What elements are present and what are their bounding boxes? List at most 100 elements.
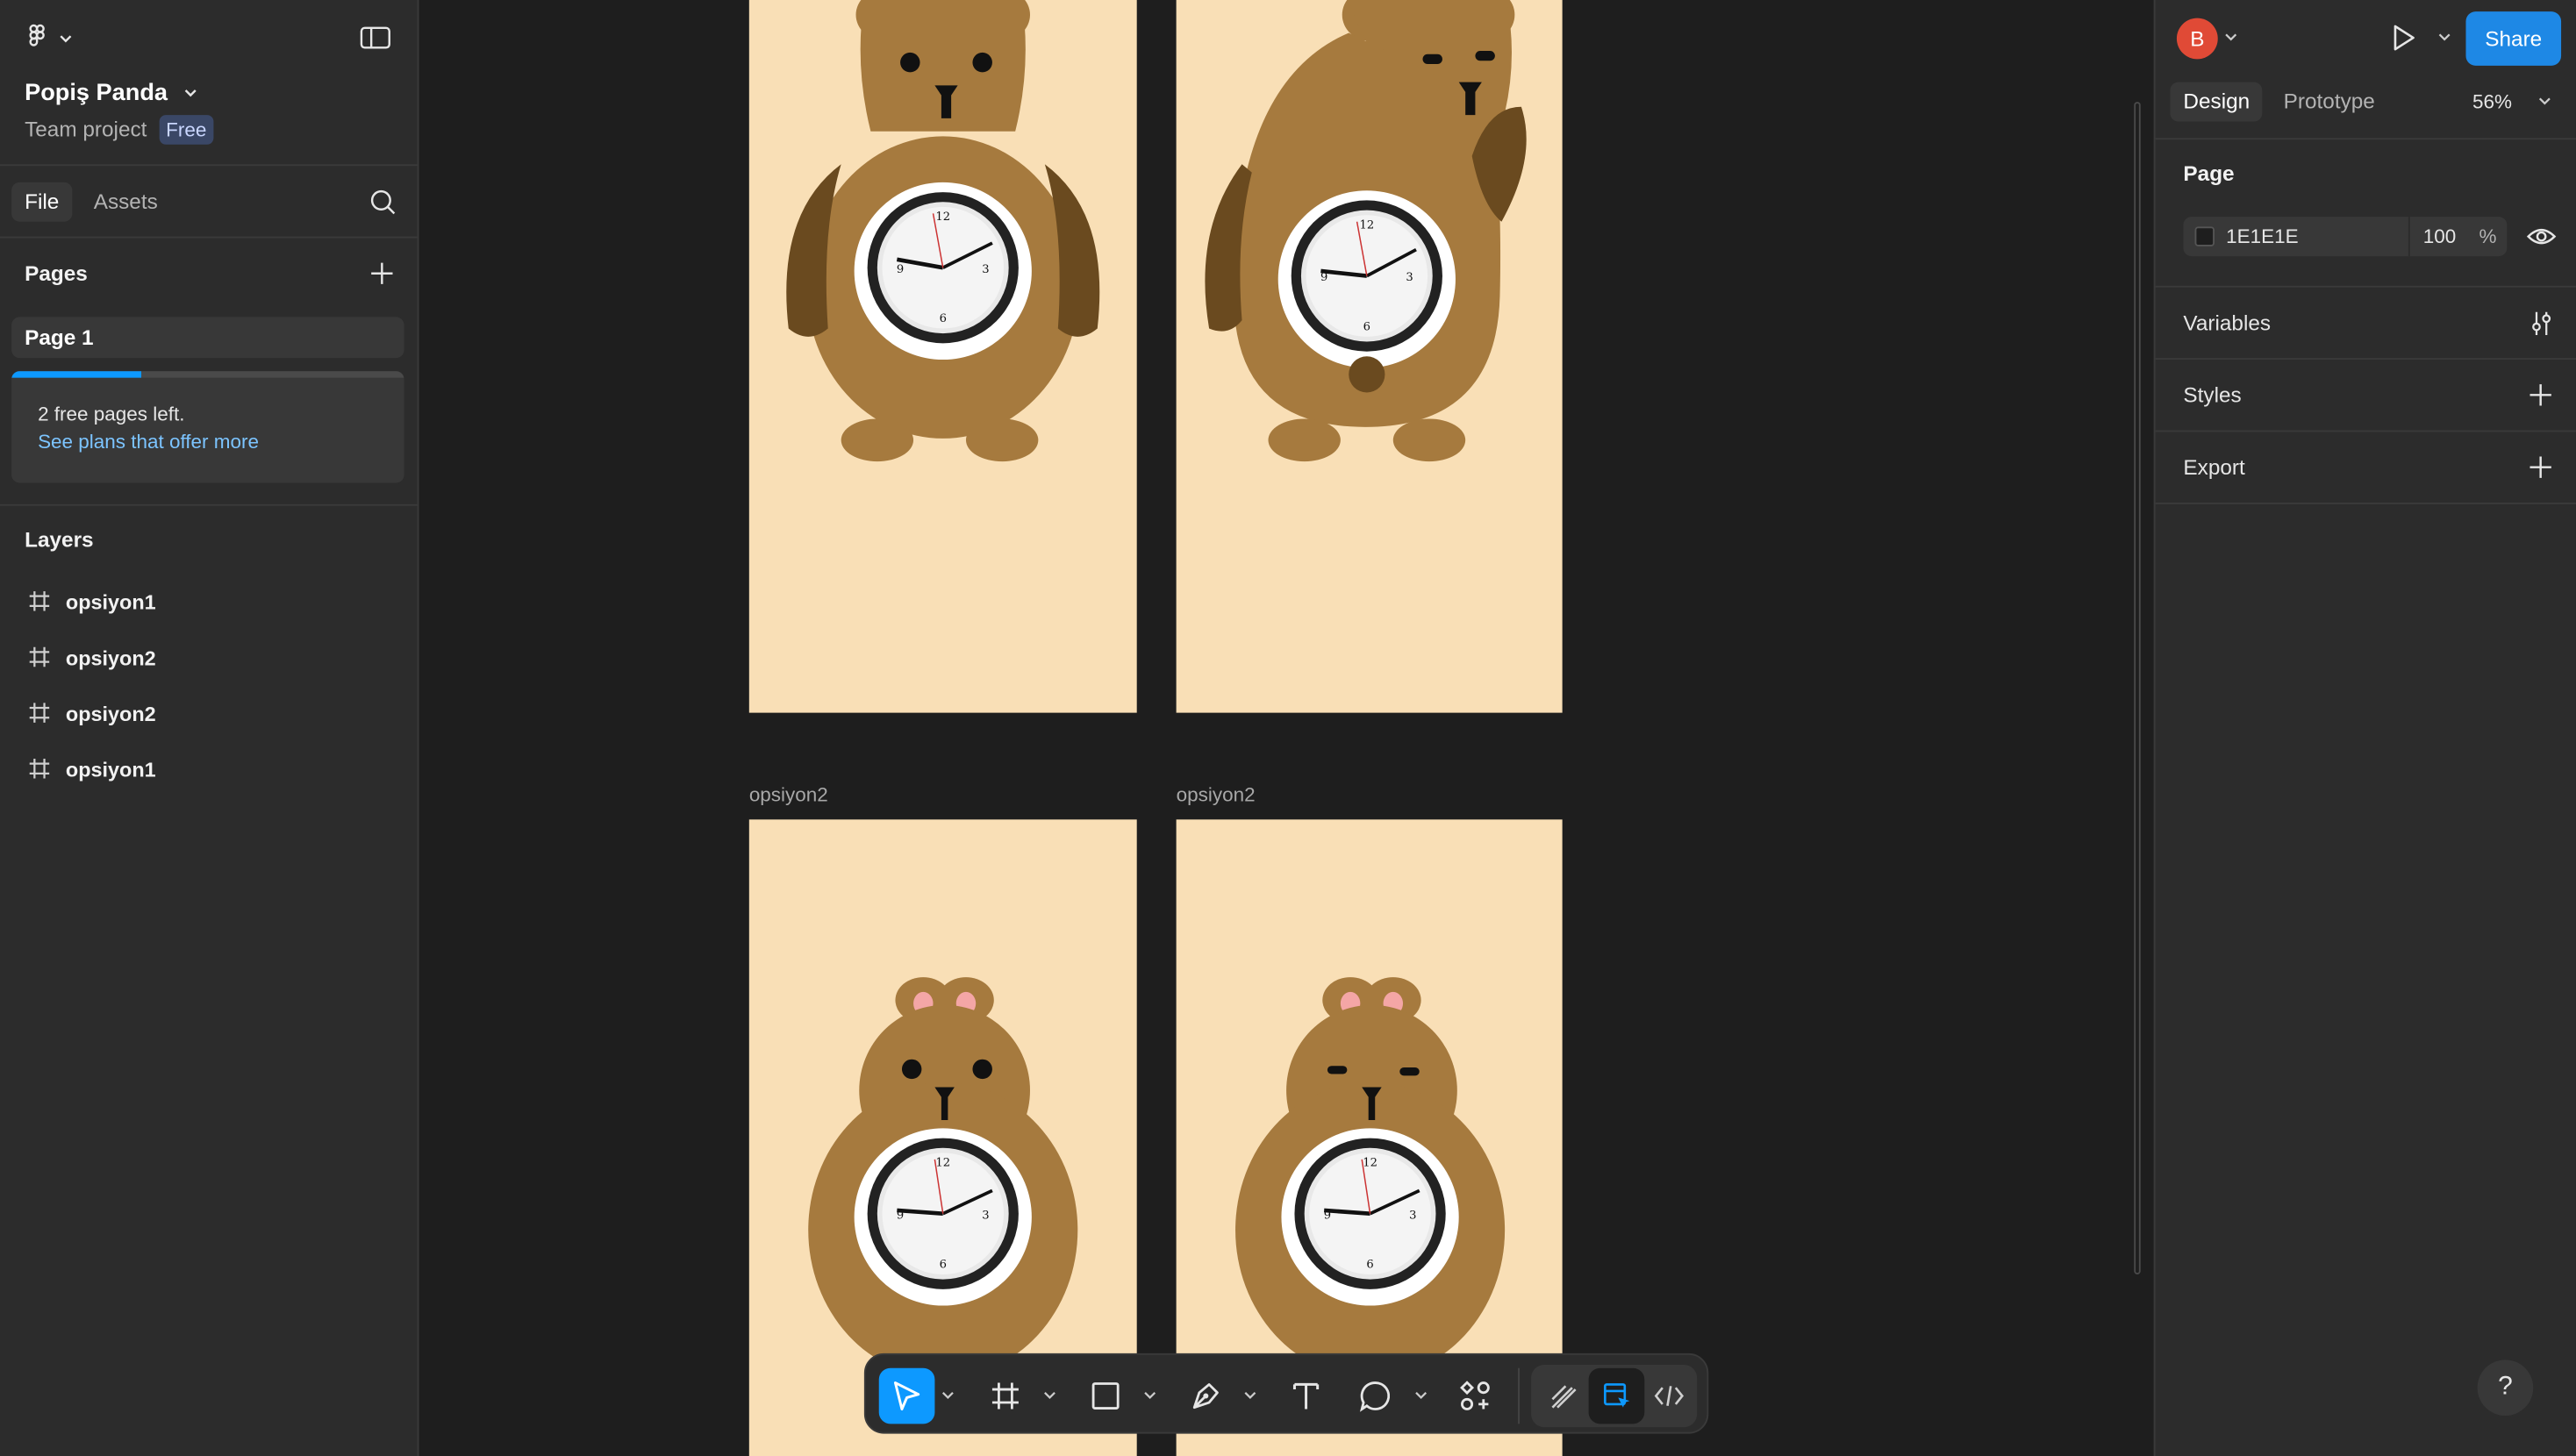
visibility-eye-icon[interactable] [2526,224,2557,250]
comment-tool-chevron-icon[interactable] [1414,1391,1428,1401]
svg-text:12: 12 [1363,1156,1377,1169]
figma-main-menu-icon[interactable] [26,23,75,53]
plan-badge: Free [159,115,213,145]
dev-mode-button[interactable] [1642,1368,1698,1424]
zoom-chevron-icon[interactable] [2538,96,2551,106]
pages-title: Pages [25,261,88,286]
layer-label: opsiyon2 [65,646,156,670]
figma-app: Popiş Panda Team project Free File Asset… [0,0,2576,1456]
svg-text:3: 3 [1406,271,1413,284]
avatar-chevron-icon[interactable] [2224,32,2237,42]
divider [0,236,418,239]
add-page-icon[interactable] [368,260,396,288]
page-item[interactable]: Page 1 [11,317,404,359]
rectangle-icon [1091,1382,1120,1410]
frame-tool-button[interactable] [977,1368,1034,1424]
frame-icon [991,1382,1019,1410]
page-usage-track [11,371,404,378]
frame-label[interactable]: opsiyon2 [1177,783,1256,806]
avatar[interactable]: B [2176,18,2218,60]
bottom-toolbar [863,1353,1709,1434]
divider [2155,138,2576,140]
move-tool-button[interactable] [878,1367,935,1424]
free-pages-notice: 2 free pages left. See plans that offer … [11,371,404,483]
tab-file[interactable]: File [11,182,73,222]
cursor-arrow-icon [893,1381,920,1411]
svg-text:9: 9 [897,263,904,276]
project-name[interactable]: Team project [25,117,147,141]
page-fill-field[interactable]: 1E1E1E 100 % [2183,217,2508,257]
code-brackets-icon [1654,1386,1685,1406]
layer-item[interactable]: opsiyon2 [17,693,404,739]
frame-label[interactable]: opsiyon2 [749,783,828,806]
present-chevron-icon[interactable] [2438,32,2451,42]
export-section-title[interactable]: Export [2183,455,2244,480]
see-plans-link[interactable]: See plans that offer more [38,431,259,453]
divider [2155,430,2576,432]
tab-design[interactable]: Design [2170,82,2264,122]
opacity-unit: % [2479,225,2497,248]
layers-title: Layers [25,527,94,553]
svg-text:9: 9 [897,1209,904,1222]
svg-text:9: 9 [1320,271,1327,284]
share-button[interactable]: Share [2465,11,2562,66]
divider [2155,285,2576,288]
color-swatch[interactable] [2194,226,2215,246]
actions-tool-button[interactable] [1448,1368,1504,1424]
page-fill-hex[interactable]: 1E1E1E [2226,225,2298,248]
add-style-icon[interactable] [2527,381,2555,409]
comment-bubble-icon [1359,1381,1391,1412]
svg-text:3: 3 [1409,1209,1416,1222]
rectangle-tool-button[interactable] [1077,1368,1134,1424]
right-properties-panel: B Share Design Prototype 56% Page 1E1E1E… [2153,0,2576,1456]
file-name-chevron-icon[interactable] [182,87,199,100]
text-tool-button[interactable] [1278,1368,1335,1424]
layer-item[interactable]: opsiyon2 [17,637,404,682]
add-export-icon[interactable] [2527,453,2555,482]
layer-label: opsiyon1 [65,591,156,615]
present-play-icon[interactable] [2388,23,2418,53]
variables-settings-icon[interactable] [2529,310,2555,337]
toggle-sidebar-icon[interactable] [360,25,391,51]
page-fill-opacity[interactable]: 100 [2423,225,2457,248]
vertical-scrollbar[interactable] [2134,102,2141,1274]
frame-opsiyon2-top[interactable]: 12 3 6 9 [1176,0,1563,713]
bear-illustration: 12 3 6 9 [1205,0,1527,462]
design-canvas[interactable]: 12 3 6 9 12 3 6 9 opsiyon2 opsiyon2 12 3… [420,0,2154,1456]
left-sidebar: Popiş Panda Team project Free File Asset… [0,0,419,1456]
pen-tool-chevron-icon[interactable] [1243,1391,1256,1401]
draw-pencil-icon [1551,1385,1577,1409]
comment-tool-button[interactable] [1347,1368,1403,1424]
tab-assets[interactable]: Assets [81,182,171,222]
frame-opsiyon1-top[interactable]: 12 3 6 9 [748,0,1137,713]
frame-icon [28,757,51,780]
rectangle-tool-chevron-icon[interactable] [1143,1391,1156,1401]
help-button[interactable]: ? [2477,1360,2534,1417]
divider [0,164,418,167]
tab-prototype[interactable]: Prototype [2271,82,2388,122]
page-usage-fill [11,371,141,378]
svg-text:6: 6 [1366,1258,1373,1271]
svg-text:9: 9 [1324,1209,1331,1222]
layer-item[interactable]: opsiyon1 [17,582,404,627]
toolbar-divider [1518,1367,1520,1424]
page-item-label: Page 1 [25,325,94,350]
svg-text:6: 6 [940,1258,947,1271]
divider [0,503,418,506]
file-name[interactable]: Popiş Panda [25,81,168,107]
styles-section-title[interactable]: Styles [2183,382,2241,407]
search-icon[interactable] [368,187,397,217]
svg-text:3: 3 [982,263,989,276]
design-mode-button[interactable] [1588,1367,1645,1424]
svg-text:6: 6 [1363,320,1370,333]
zoom-level[interactable]: 56% [2472,90,2512,113]
layer-item[interactable]: opsiyon1 [17,749,404,795]
draw-mode-button[interactable] [1536,1368,1592,1424]
move-tool-chevron-icon[interactable] [941,1391,955,1401]
frame-tool-chevron-icon[interactable] [1043,1391,1056,1401]
variables-section-title[interactable]: Variables [2183,310,2271,335]
pen-tool-button[interactable] [1178,1368,1234,1424]
page-section-title: Page [2183,161,2235,186]
svg-text:6: 6 [940,312,947,325]
svg-text:12: 12 [1360,218,1375,232]
